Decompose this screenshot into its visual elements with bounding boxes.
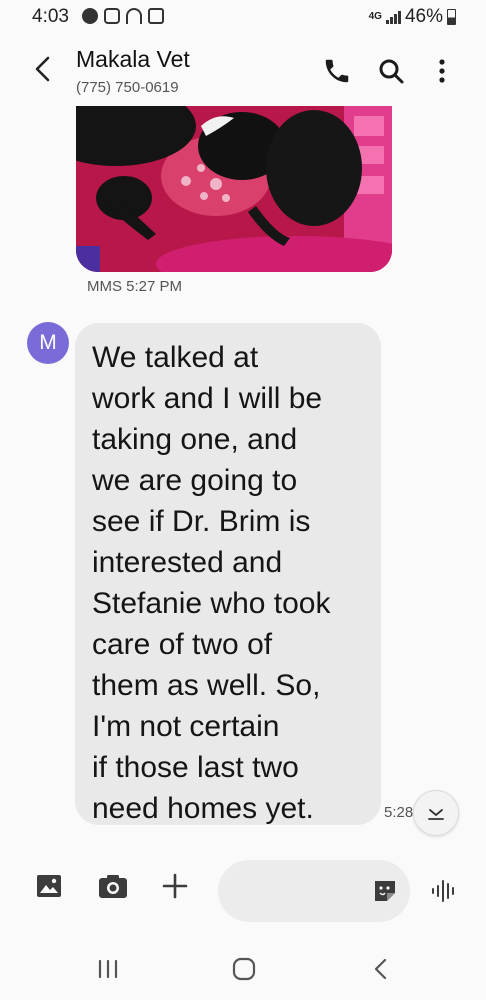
status-right: 4G 46% xyxy=(369,6,456,28)
recents-button[interactable] xyxy=(93,954,123,984)
instagram-icon xyxy=(104,8,120,24)
scroll-to-bottom-button[interactable] xyxy=(413,790,459,836)
message-bubble[interactable]: We talked at work and I will be taking o… xyxy=(75,323,381,825)
contact-name[interactable]: Makala Vet xyxy=(76,46,190,73)
puppies-photo xyxy=(76,106,392,272)
sticker-button[interactable] xyxy=(372,878,398,904)
more-vertical-icon xyxy=(439,59,445,83)
battery-icon xyxy=(447,9,456,25)
network-type: 4G xyxy=(368,11,382,22)
add-attachment-button[interactable] xyxy=(161,872,191,902)
wifi-icon xyxy=(126,8,142,24)
conversation-header: Makala Vet (775) 750-0619 xyxy=(0,36,486,106)
back-icon xyxy=(374,958,387,980)
voice-input-button[interactable] xyxy=(430,878,458,904)
status-time: 4:03 xyxy=(32,6,69,27)
mms-timestamp: MMS 5:27 PM xyxy=(87,278,183,295)
call-button[interactable] xyxy=(322,56,352,86)
home-button[interactable] xyxy=(229,954,259,984)
sticker-icon xyxy=(375,881,395,901)
composer-bar xyxy=(0,858,486,922)
camera-button[interactable] xyxy=(98,872,128,902)
search-icon xyxy=(379,59,404,84)
messenger-icon xyxy=(82,8,98,24)
mms-photo[interactable] xyxy=(76,106,392,272)
camera-icon xyxy=(99,875,127,898)
more-options-button[interactable] xyxy=(432,56,462,86)
notification-icons xyxy=(82,8,164,24)
back-button[interactable] xyxy=(30,54,56,84)
system-back-button[interactable] xyxy=(366,954,396,984)
system-navigation-bar xyxy=(0,940,486,1000)
image-icon xyxy=(37,875,61,897)
recents-icon xyxy=(98,959,118,979)
plus-icon xyxy=(162,873,188,899)
avatar-letter: M xyxy=(39,331,57,354)
contact-number: (775) 750-0619 xyxy=(76,79,179,96)
message-timestamp: 5:28 xyxy=(384,804,414,821)
chevron-down-icon xyxy=(428,809,444,820)
calendar-icon xyxy=(148,8,164,24)
signal-icon xyxy=(385,10,401,24)
home-icon xyxy=(232,957,256,981)
voice-icon xyxy=(432,880,454,902)
battery-percent: 46% xyxy=(404,6,443,27)
gallery-button[interactable] xyxy=(35,872,65,902)
search-button[interactable] xyxy=(376,56,406,86)
message-text: We talked at work and I will be taking o… xyxy=(92,341,331,825)
avatar[interactable]: M xyxy=(27,322,69,364)
phone-icon xyxy=(325,59,349,83)
status-bar: 4:03 4G 46% xyxy=(0,0,486,34)
chevron-left-icon xyxy=(35,56,50,82)
